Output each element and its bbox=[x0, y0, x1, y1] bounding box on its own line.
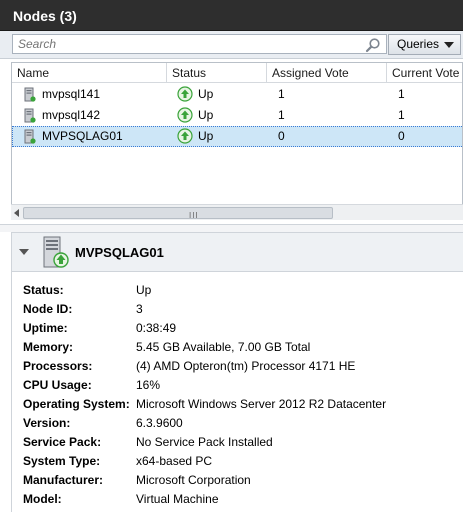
property-label: Status: bbox=[23, 283, 64, 297]
horizontal-scrollbar[interactable]: III bbox=[11, 204, 463, 220]
search-input[interactable] bbox=[12, 34, 387, 54]
property-label: System Type: bbox=[23, 454, 101, 468]
property-label: Uptime: bbox=[23, 321, 68, 335]
up-arrow-icon bbox=[177, 86, 193, 102]
grid-header: Name Status Assigned Vote Current Vote bbox=[12, 63, 462, 83]
nodes-grid: Name Status Assigned Vote Current Vote m… bbox=[11, 62, 463, 220]
property-value: (4) AMD Opteron(tm) Processor 4171 HE bbox=[136, 359, 356, 373]
search-bar: Queries bbox=[0, 31, 463, 59]
assigned-vote: 1 bbox=[278, 87, 285, 101]
table-row[interactable]: mvpsql142 Up 1 1 bbox=[12, 105, 462, 126]
chevron-down-icon[interactable] bbox=[19, 249, 29, 255]
server-node-icon bbox=[24, 87, 36, 102]
column-header-name[interactable]: Name bbox=[12, 63, 167, 83]
queries-label: Queries bbox=[397, 37, 440, 51]
server-node-icon bbox=[24, 129, 36, 144]
property-cpu-usage: CPU Usage: 16% bbox=[23, 378, 463, 397]
property-label: CPU Usage: bbox=[23, 378, 92, 392]
property-system-type: System Type: x64-based PC bbox=[23, 454, 463, 473]
scrollbar-thumb[interactable]: III bbox=[23, 207, 333, 220]
property-value: Microsoft Corporation bbox=[136, 473, 251, 487]
property-value: No Service Pack Installed bbox=[136, 435, 273, 449]
property-value: 6.3.9600 bbox=[136, 416, 183, 430]
detail-header: MVPSQLAG01 bbox=[11, 232, 463, 272]
property-model: Model: Virtual Machine bbox=[23, 492, 463, 511]
property-node-id: Node ID: 3 bbox=[23, 302, 463, 321]
assigned-vote: 0 bbox=[278, 129, 285, 143]
scrollbar-grip: III bbox=[189, 211, 199, 220]
property-label: Operating System: bbox=[23, 397, 130, 411]
node-name: mvpsql142 bbox=[42, 108, 101, 122]
column-header-status[interactable]: Status bbox=[167, 63, 267, 83]
node-status: Up bbox=[198, 129, 214, 143]
property-memory: Memory: 5.45 GB Available, 7.00 GB Total bbox=[23, 340, 463, 359]
current-vote: 1 bbox=[398, 87, 405, 101]
property-value: 3 bbox=[136, 302, 143, 316]
property-value: 0:38:49 bbox=[136, 321, 177, 335]
chevron-down-icon bbox=[444, 42, 454, 48]
detail-title: MVPSQLAG01 bbox=[75, 245, 164, 260]
server-node-icon bbox=[43, 236, 69, 268]
node-properties-panel: Status: Up Node ID: 3 Uptime: 0:38:49 Me… bbox=[11, 272, 463, 512]
property-label: Version: bbox=[23, 416, 71, 430]
current-vote: 1 bbox=[398, 108, 405, 122]
column-header-assigned-vote[interactable]: Assigned Vote bbox=[267, 63, 387, 83]
page-title: Nodes (3) bbox=[13, 8, 77, 24]
property-label: Memory: bbox=[23, 340, 74, 354]
property-operating-system: Operating System: Microsoft Windows Serv… bbox=[23, 397, 463, 416]
property-value: Virtual Machine bbox=[136, 492, 219, 506]
property-label: Manufacturer: bbox=[23, 473, 104, 487]
node-name: mvpsql141 bbox=[42, 87, 101, 101]
assigned-vote: 1 bbox=[278, 108, 285, 122]
table-row[interactable]: mvpsql141 Up 1 1 bbox=[12, 84, 462, 105]
property-value: 5.45 GB Available, 7.00 GB Total bbox=[136, 340, 311, 354]
node-status: Up bbox=[198, 108, 214, 122]
pane-splitter[interactable] bbox=[0, 224, 463, 232]
property-manufacturer: Manufacturer: Microsoft Corporation bbox=[23, 473, 463, 492]
node-status: Up bbox=[198, 87, 214, 101]
up-arrow-icon bbox=[177, 107, 193, 123]
up-arrow-icon bbox=[177, 128, 193, 144]
property-value: x64-based PC bbox=[136, 454, 213, 468]
scroll-left-icon[interactable] bbox=[14, 209, 19, 217]
table-row-selected[interactable]: MVPSQLAG01 Up 0 0 bbox=[12, 126, 462, 147]
nodes-titlebar: Nodes (3) bbox=[0, 0, 463, 31]
server-node-icon bbox=[24, 108, 36, 123]
property-version: Version: 6.3.9600 bbox=[23, 416, 463, 435]
property-label: Service Pack: bbox=[23, 435, 102, 449]
property-label: Model: bbox=[23, 492, 62, 506]
node-name: MVPSQLAG01 bbox=[42, 129, 123, 143]
queries-dropdown-button[interactable]: Queries bbox=[388, 34, 461, 55]
property-status: Status: Up bbox=[23, 283, 463, 302]
property-value: Up bbox=[136, 283, 152, 297]
property-uptime: Uptime: 0:38:49 bbox=[23, 321, 463, 340]
column-header-current-vote[interactable]: Current Vote bbox=[387, 63, 462, 83]
search-icon[interactable] bbox=[365, 37, 381, 53]
current-vote: 0 bbox=[398, 129, 405, 143]
property-value: Microsoft Windows Server 2012 R2 Datacen… bbox=[136, 397, 387, 411]
property-label: Processors: bbox=[23, 359, 93, 373]
property-value: 16% bbox=[136, 378, 161, 392]
property-service-pack: Service Pack: No Service Pack Installed bbox=[23, 435, 463, 454]
property-label: Node ID: bbox=[23, 302, 73, 316]
property-processors: Processors: (4) AMD Opteron(tm) Processo… bbox=[23, 359, 463, 378]
